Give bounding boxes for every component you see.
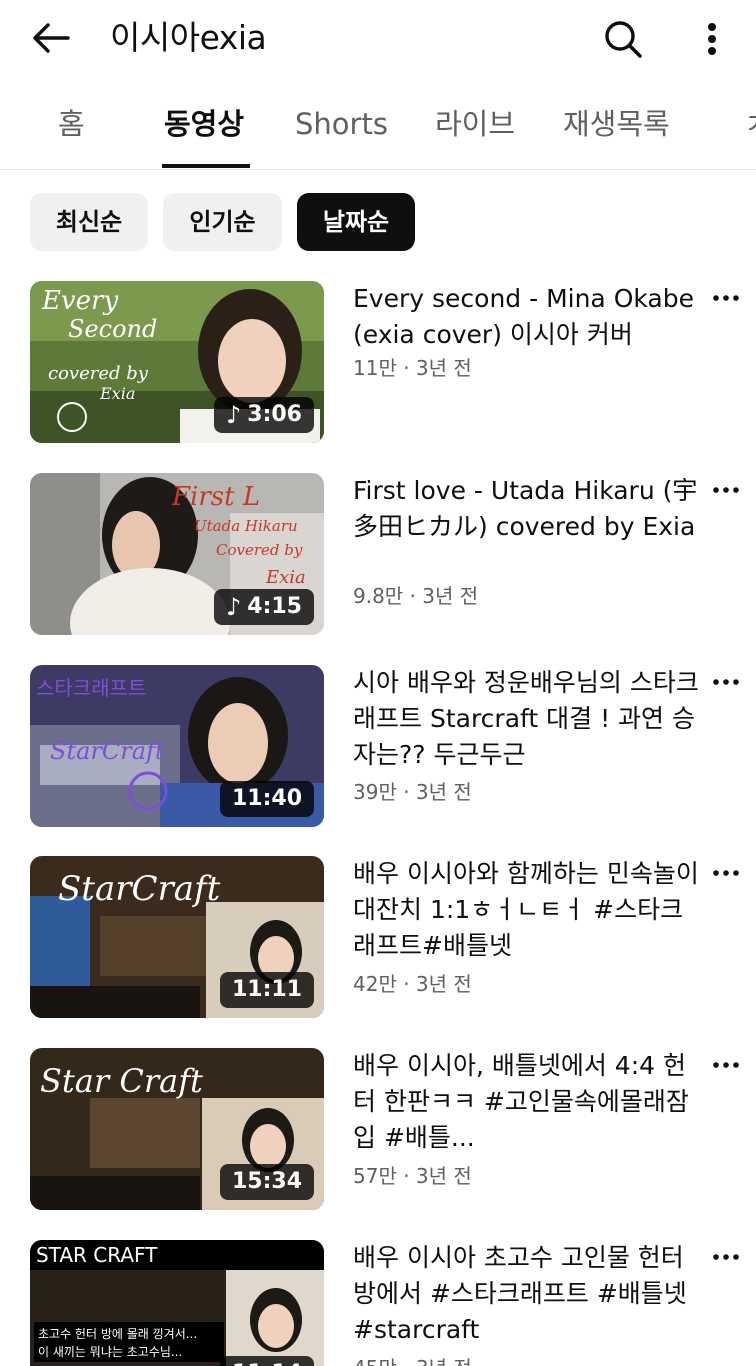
search-button[interactable] — [600, 16, 646, 62]
thumb-text: Covered by — [216, 541, 303, 559]
thumb-text: Second — [68, 315, 157, 343]
thumb-text: Exia — [99, 384, 135, 403]
active-tab-indicator — [162, 164, 250, 168]
thumb-text: Utada Hikaru — [194, 517, 298, 535]
chip-by-date[interactable]: 날짜순 — [297, 193, 415, 251]
more-horizontal-icon — [713, 1062, 739, 1068]
duration-text: 11:40 — [231, 786, 302, 811]
chip-popular[interactable]: 인기순 — [163, 193, 282, 251]
more-horizontal-icon — [713, 679, 739, 685]
channel-tabs: 홈 동영상 Shorts 라이브 재생목록 ㅈ — [0, 90, 756, 170]
search-icon — [605, 21, 642, 58]
tab-live[interactable]: 라이브 — [435, 104, 515, 144]
back-button[interactable] — [28, 18, 74, 58]
more-options-button[interactable] — [694, 16, 730, 62]
tab-shorts[interactable]: Shorts — [295, 104, 388, 144]
duration-text: 4:15 — [247, 594, 302, 619]
video-item[interactable]: 스타크래프트 StarCraft 11:40 시아 배우와 정운배우님의 스타크… — [0, 665, 756, 835]
more-horizontal-icon — [713, 487, 739, 493]
video-more-button[interactable] — [706, 1242, 746, 1272]
thumb-text: StarCraft — [50, 737, 165, 765]
thumb-text: covered by — [48, 363, 149, 384]
video-thumbnail[interactable]: Every Second covered by Exia ♪ 3:06 — [30, 281, 324, 443]
video-thumbnail[interactable]: STAR CRAFT 초고수 헌터 방에 몰래 낑겨서... 이 새끼는 뭐냐는… — [30, 1240, 324, 1366]
video-item[interactable]: STAR CRAFT 초고수 헌터 방에 몰래 낑겨서... 이 새끼는 뭐냐는… — [0, 1240, 756, 1366]
more-horizontal-icon — [713, 1254, 739, 1260]
chip-latest[interactable]: 최신순 — [30, 193, 148, 251]
video-title[interactable]: 배우 이시아와 함께하는 민속놀이 대잔치 1:1ㅎㅓㄴㅌㅓ #스타크래프트#배… — [353, 856, 703, 964]
video-more-button[interactable] — [706, 858, 746, 888]
duration-text: 11:14 — [232, 1356, 302, 1366]
thumb-text: Every — [41, 286, 118, 316]
video-more-button[interactable] — [706, 1050, 746, 1080]
thumb-text: 초고수 헌터 방에 몰래 낑겨서... — [38, 1327, 197, 1341]
duration-badge: 11:11 — [219, 972, 314, 1008]
thumb-text: STAR CRAFT — [36, 1243, 158, 1267]
thumb-text: StarCraft — [58, 869, 221, 909]
thumb-text: First L — [171, 482, 260, 512]
video-meta: 9.8만 · 3년 전 — [353, 584, 479, 608]
more-horizontal-icon — [713, 295, 739, 301]
thumb-text: 스타크래프트 — [36, 676, 146, 700]
tab-videos[interactable]: 동영상 — [164, 104, 244, 144]
video-title[interactable]: 배우 이시아, 배틀넷에서 4:4 헌터 한판ㅋㅋ #고인물속에몰래잠입 #배틀… — [353, 1048, 703, 1156]
video-more-button[interactable] — [706, 667, 746, 697]
video-more-button[interactable] — [706, 283, 746, 313]
arrow-left-icon — [33, 23, 70, 53]
duration-text: 15:34 — [231, 1169, 302, 1194]
video-meta: 57만 · 3년 전 — [353, 1164, 472, 1188]
more-horizontal-icon — [713, 870, 739, 876]
duration-badge: ♪ 3:06 — [213, 397, 314, 433]
video-thumbnail[interactable]: StarCraft 11:11 — [30, 856, 324, 1018]
video-thumbnail[interactable]: 스타크래프트 StarCraft 11:40 — [30, 665, 324, 827]
video-title[interactable]: Every second - Mina Okabe (exia cover) 이… — [353, 281, 703, 353]
video-title[interactable]: First love - Utada Hikaru (宇多田ヒカル) cover… — [353, 473, 703, 545]
video-meta: 42만 · 3년 전 — [353, 972, 472, 996]
duration-badge: ♪ 4:15 — [213, 589, 314, 625]
video-item[interactable]: StarCraft 11:11 배우 이시아와 함께하는 민속놀이 대잔치 1:… — [0, 856, 756, 1026]
channel-title: 이시아exia — [110, 18, 267, 57]
video-meta: 45만 · 3년 전 — [353, 1354, 472, 1366]
thumb-text: Star Craft — [40, 1062, 203, 1100]
tab-next[interactable]: ㅈ — [744, 104, 756, 144]
thumb-text: 이 새끼는 뭐냐는 초고수님... — [38, 1345, 182, 1359]
duration-badge: 11:14 — [219, 1356, 314, 1366]
video-meta: 11만 · 3년 전 — [353, 356, 472, 380]
duration-badge: 15:34 — [219, 1164, 314, 1200]
music-note-icon: ♪ — [225, 593, 242, 621]
duration-text: 11:11 — [231, 977, 302, 1002]
more-vertical-icon — [708, 23, 716, 55]
tab-playlists[interactable]: 재생목록 — [563, 104, 670, 144]
video-item[interactable]: First L Utada Hikaru Covered by Exia ♪ 4… — [0, 473, 756, 643]
video-item[interactable]: Star Craft 15:34 배우 이시아, 배틀넷에서 4:4 헌터 한판… — [0, 1048, 756, 1218]
music-note-icon: ♪ — [225, 401, 242, 429]
video-more-button[interactable] — [706, 475, 746, 505]
video-meta: 39만 · 3년 전 — [353, 780, 472, 804]
thumb-text: Exia — [265, 567, 306, 588]
video-title[interactable]: 시아 배우와 정운배우님의 스타크래프트 Starcraft 대결 ! 과연 승… — [353, 665, 703, 773]
app-header: 이시아exia — [0, 0, 756, 82]
video-title[interactable]: 배우 이시아 초고수 고인물 헌터방에서 #스타크래프트 #배틀넷 #starc… — [353, 1240, 703, 1348]
video-thumbnail[interactable]: Star Craft 15:34 — [30, 1048, 324, 1210]
video-thumbnail[interactable]: First L Utada Hikaru Covered by Exia ♪ 4… — [30, 473, 324, 635]
duration-badge: 11:40 — [219, 781, 314, 817]
video-item[interactable]: Every Second covered by Exia ♪ 3:06 Ever… — [0, 281, 756, 451]
duration-text: 3:06 — [247, 402, 302, 427]
tab-home[interactable]: 홈 — [58, 104, 85, 144]
